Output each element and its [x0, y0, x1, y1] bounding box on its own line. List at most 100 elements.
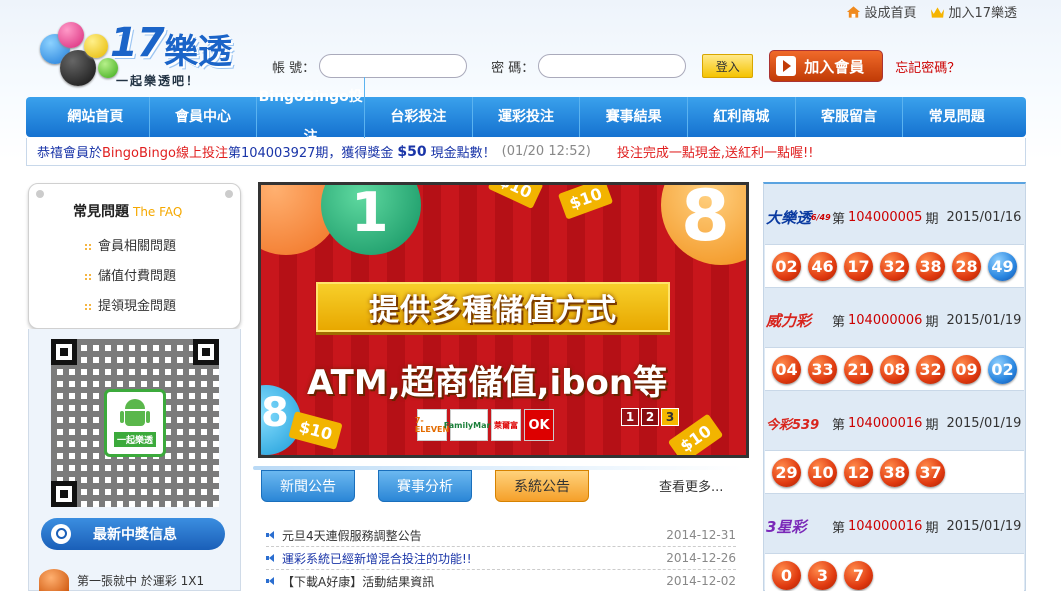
news-date: 2014-12-26 [666, 551, 736, 565]
add-favorite-link[interactable]: 加入17樂透 [930, 2, 1017, 21]
set-homepage-label: 設成首頁 [864, 6, 917, 21]
news-title: 元旦4天連假服務調整公告 [282, 528, 422, 543]
qr-code[interactable]: 一起樂透 [51, 339, 219, 507]
set-homepage-link[interactable]: 設成首頁 [846, 2, 916, 21]
faq-list: 會員相關問題 儲值付費問題 提領現金問題 [84, 232, 176, 322]
logo-ball-yellow [84, 34, 108, 58]
news-item[interactable]: 【下載A好康】活動結果資訊 2014-12-02 [266, 570, 736, 591]
password-label: 密 碼： [491, 60, 535, 76]
view-more-link[interactable]: 查看更多... [659, 476, 723, 495]
news-list: 元旦4天連假服務調整公告 2014-12-31 運彩系統已經新增混合投注的功能!!… [266, 524, 736, 591]
logo-name: 樂透 [164, 32, 232, 72]
lottery-ball: 02 [772, 251, 801, 281]
crown-icon [931, 6, 945, 18]
lottery-power[interactable]: 威力彩 第 104000006 期 2015/01/19 04 33 21 08… [764, 293, 1025, 391]
news-item[interactable]: 運彩系統已經新增混合投注的功能!! 2014-12-26 [266, 547, 736, 570]
site-logo[interactable]: 17 樂透 一起樂透吧！ [36, 16, 246, 92]
lottery-date: 2015/01/19 [946, 312, 1022, 328]
lottery-tag: 6/49 [811, 212, 831, 222]
nav-home[interactable]: 網站首頁 [42, 97, 150, 137]
lottery-ball: 32 [916, 354, 945, 384]
lottery-header: 今彩539 第 104000016 期 2015/01/19 [764, 396, 1025, 450]
store-logo-hilife: 萊爾富 [491, 409, 521, 441]
ticker-text-2: 第104003927期，獲得獎金 [227, 146, 394, 161]
android-label: 一起樂透 [113, 432, 156, 447]
cash-tag: $10 [557, 185, 614, 220]
faq-item[interactable]: 會員相關問題 [84, 232, 176, 262]
3-star-logo: 3星彩 [766, 506, 832, 546]
lottery-539[interactable]: 今彩539 第 104000016 期 2015/01/19 29 10 12 … [764, 396, 1025, 494]
ticker-promo-link[interactable]: 投注完成一點現金,送紅利一點喔!! [617, 142, 814, 161]
period-suffix: 期 [925, 417, 939, 433]
faq-item[interactable]: 儲值付費問題 [84, 262, 176, 292]
android-icon [120, 399, 150, 429]
big-lotto-logo: 大樂透 6/49 [766, 197, 832, 237]
login-button[interactable]: 登入 [702, 54, 754, 78]
news-title: 【下載A好康】活動結果資訊 [282, 574, 435, 589]
special-ball: 49 [988, 251, 1017, 281]
bullet-icon [84, 303, 92, 311]
lottery-header: 大樂透 6/49 第 104000005 期 2015/01/16 [764, 190, 1025, 244]
qr-finder [193, 339, 219, 365]
faq-title-en: The FAQ [133, 205, 183, 219]
cash-tag: $10 [288, 411, 344, 450]
main-nav: 網站首頁 會員中心 BingoBingo投注 台彩投注 運彩投注 賽事結果 紅利… [26, 77, 1026, 157]
tab-analysis[interactable]: 賽事分析 [378, 470, 472, 502]
nav-faq[interactable]: 常見問題 [903, 97, 1010, 137]
username-input[interactable] [319, 54, 468, 78]
qr-finder [51, 339, 77, 365]
username-label: 帳 號： [272, 60, 316, 76]
banner-number: 1 [351, 182, 389, 244]
banner-number: 8 [681, 182, 730, 257]
power-lottery-logo: 威力彩 [766, 300, 832, 340]
speaker-icon [266, 577, 276, 585]
app-download-panel: 一起樂透 最新中獎信息 第一張就中 於運彩 1X1 [28, 329, 241, 591]
lottery-name: 3星彩 [766, 517, 807, 536]
lottery-balls: 02 46 17 32 38 28 49 [765, 244, 1024, 288]
search-icon [51, 524, 71, 544]
nav-bonus-mall[interactable]: 紅利商城 [688, 97, 796, 137]
banner-page-3[interactable]: 3 [661, 408, 679, 426]
logo-ball-pink [58, 22, 84, 48]
lottery-date: 2015/01/16 [946, 209, 1022, 225]
tab-news[interactable]: 新聞公告 [261, 470, 355, 502]
avatar [39, 569, 69, 591]
nav-sports-lottery[interactable]: 運彩投注 [473, 97, 581, 137]
banner-headline-plate: 提供多種儲值方式 [316, 282, 670, 332]
password-input[interactable] [538, 54, 687, 78]
speaker-icon [266, 554, 276, 562]
lottery-3-star[interactable]: 3星彩 第 104000016 期 2015/01/19 0 3 7 [764, 499, 1025, 591]
lottery-ball: 21 [844, 354, 873, 384]
lottery-header: 3星彩 第 104000016 期 2015/01/19 [764, 499, 1025, 553]
news-item[interactable]: 元旦4天連假服務調整公告 2014-12-31 [266, 524, 736, 547]
promo-banner[interactable]: 1 8 8 $10 $10 $10 $10 提供多種儲值方式 ATM,超商儲值,… [258, 182, 749, 458]
faq-item[interactable]: 提領現金問題 [84, 292, 176, 322]
nav-customer-service[interactable]: 客服留言 [796, 97, 904, 137]
winner-item-text: 第一張就中 於運彩 1X1 [77, 573, 205, 588]
lottery-ball: 12 [844, 457, 873, 487]
lottery-period: 104000005 [848, 209, 923, 225]
winner-item[interactable]: 第一張就中 於運彩 1X1 [39, 569, 204, 591]
nav-taiwan-lottery[interactable]: 台彩投注 [365, 97, 473, 137]
ticker-game: BingoBingo線上投注 [102, 146, 228, 161]
lottery-big-lotto[interactable]: 大樂透 6/49 第 104000005 期 2015/01/16 02 46 … [764, 190, 1025, 288]
news-date: 2014-12-02 [666, 574, 736, 588]
bullet-icon [84, 243, 92, 251]
news-title: 運彩系統已經新增混合投注的功能!! [282, 551, 472, 566]
android-badge: 一起樂透 [104, 389, 166, 457]
banner-page-2[interactable]: 2 [641, 408, 659, 426]
tab-system[interactable]: 系統公告 [495, 470, 589, 502]
add-favorite-label: 加入17樂透 [948, 6, 1017, 21]
lottery-results: 大樂透 6/49 第 104000005 期 2015/01/16 02 46 … [763, 182, 1026, 591]
banner-pagination: 1 2 3 [621, 408, 679, 426]
banner-page-1[interactable]: 1 [621, 408, 639, 426]
nav-member-center[interactable]: 會員中心 [150, 97, 258, 137]
nav-results[interactable]: 賽事結果 [580, 97, 689, 137]
ticker-text-1: 恭禧會員於 [37, 146, 103, 161]
join-member-button[interactable]: 加入會員 [769, 50, 884, 82]
lottery-ball: 3 [808, 560, 837, 590]
latest-winners-button[interactable]: 最新中獎信息 [41, 518, 225, 550]
forgot-password-link[interactable]: 忘記密碼？ [895, 57, 960, 76]
lottery-balls: 04 33 21 08 32 09 02 [765, 347, 1024, 391]
ticker-time: (01/20 12:52) [501, 144, 591, 159]
